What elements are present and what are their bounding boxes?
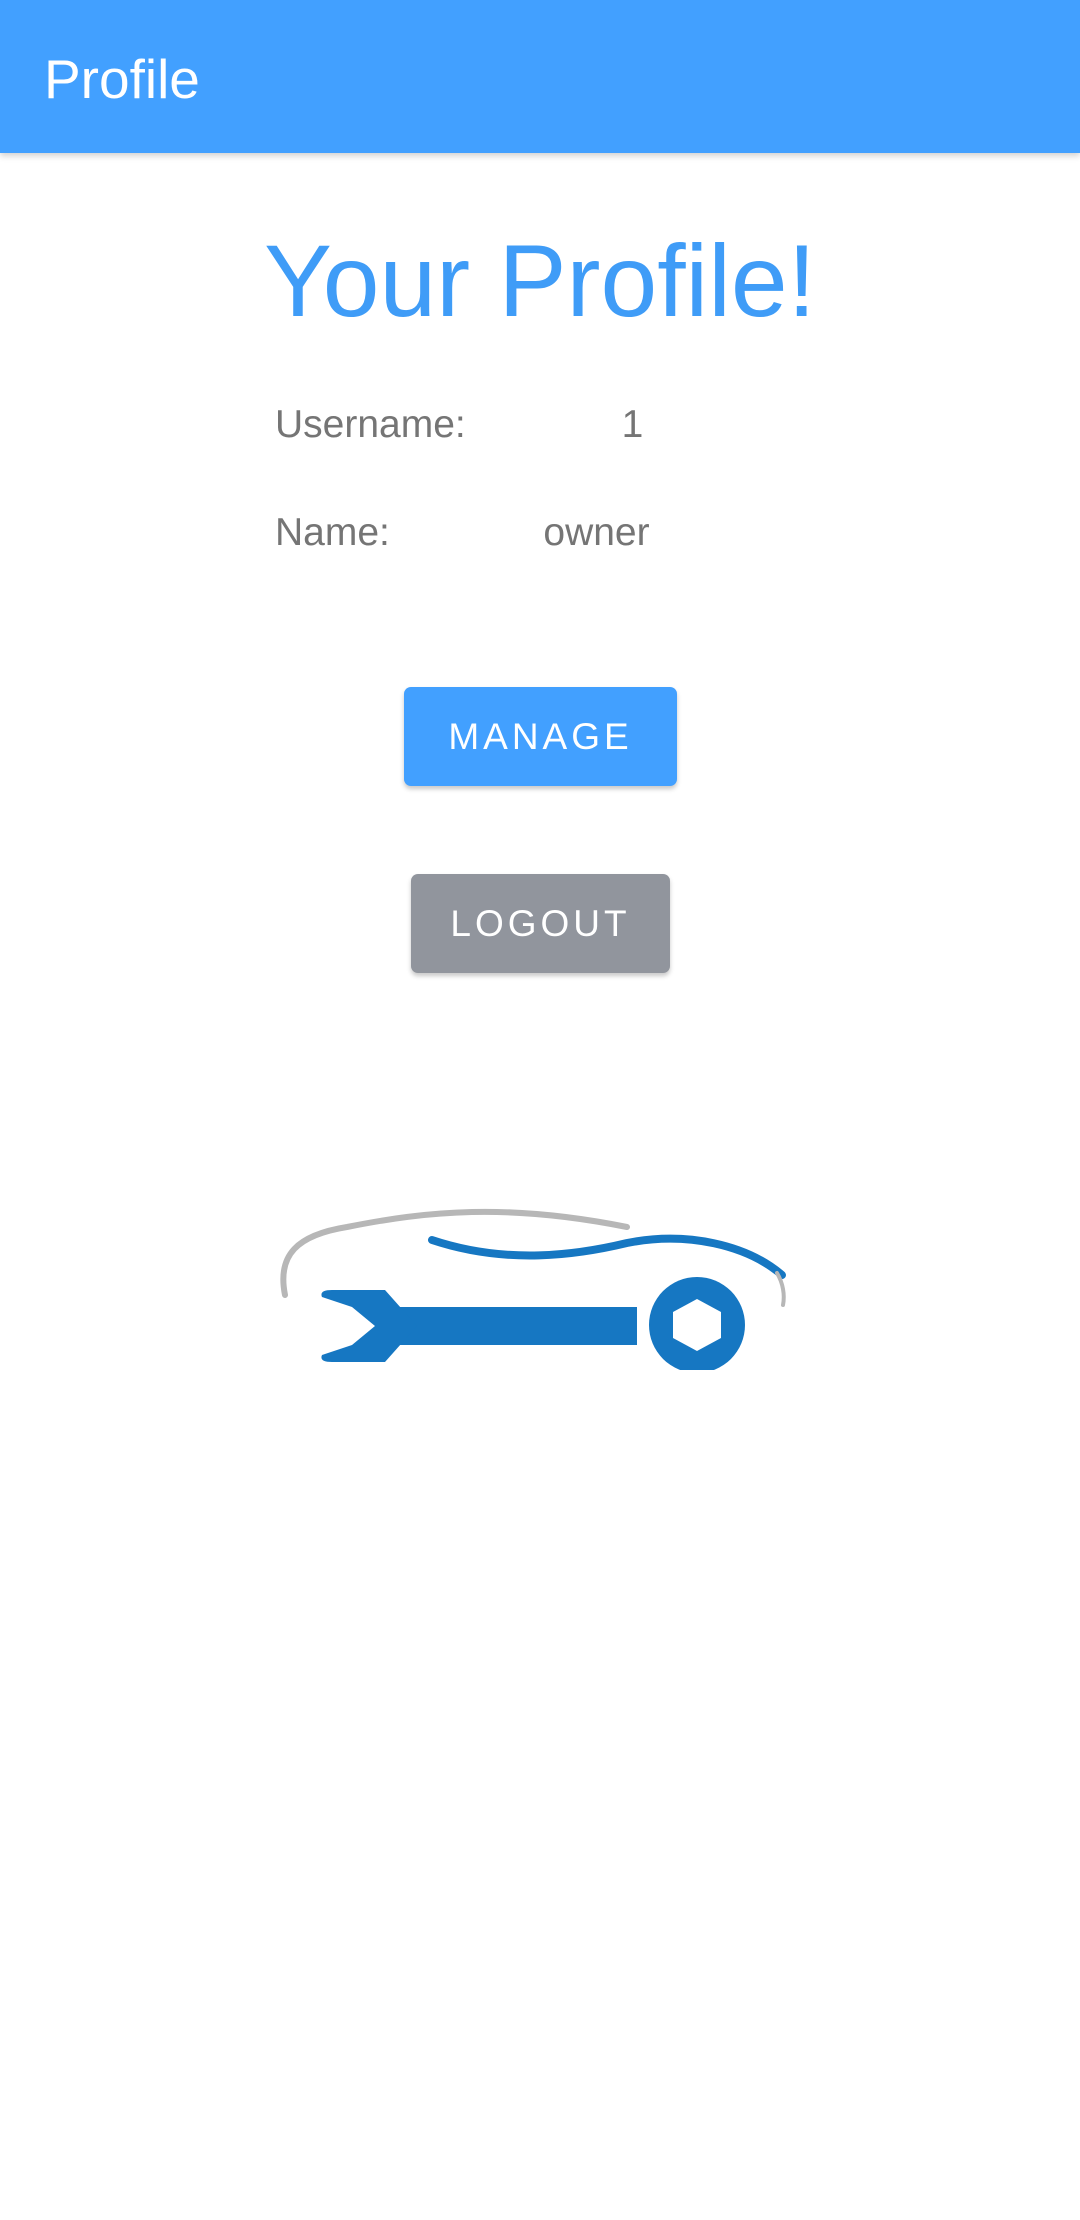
name-label: Name: (275, 511, 390, 554)
app-bar: Profile (0, 0, 1080, 153)
logout-button[interactable]: LOGOUT (411, 874, 670, 973)
car-wrench-logo (280, 1208, 786, 1370)
username-value: 1 (621, 403, 644, 446)
name-value: owner (543, 511, 650, 554)
app-bar-title: Profile (44, 48, 200, 110)
page-heading: Your Profile! (264, 224, 816, 338)
username-label: Username: (275, 403, 466, 446)
manage-button[interactable]: MANAGE (404, 687, 677, 786)
